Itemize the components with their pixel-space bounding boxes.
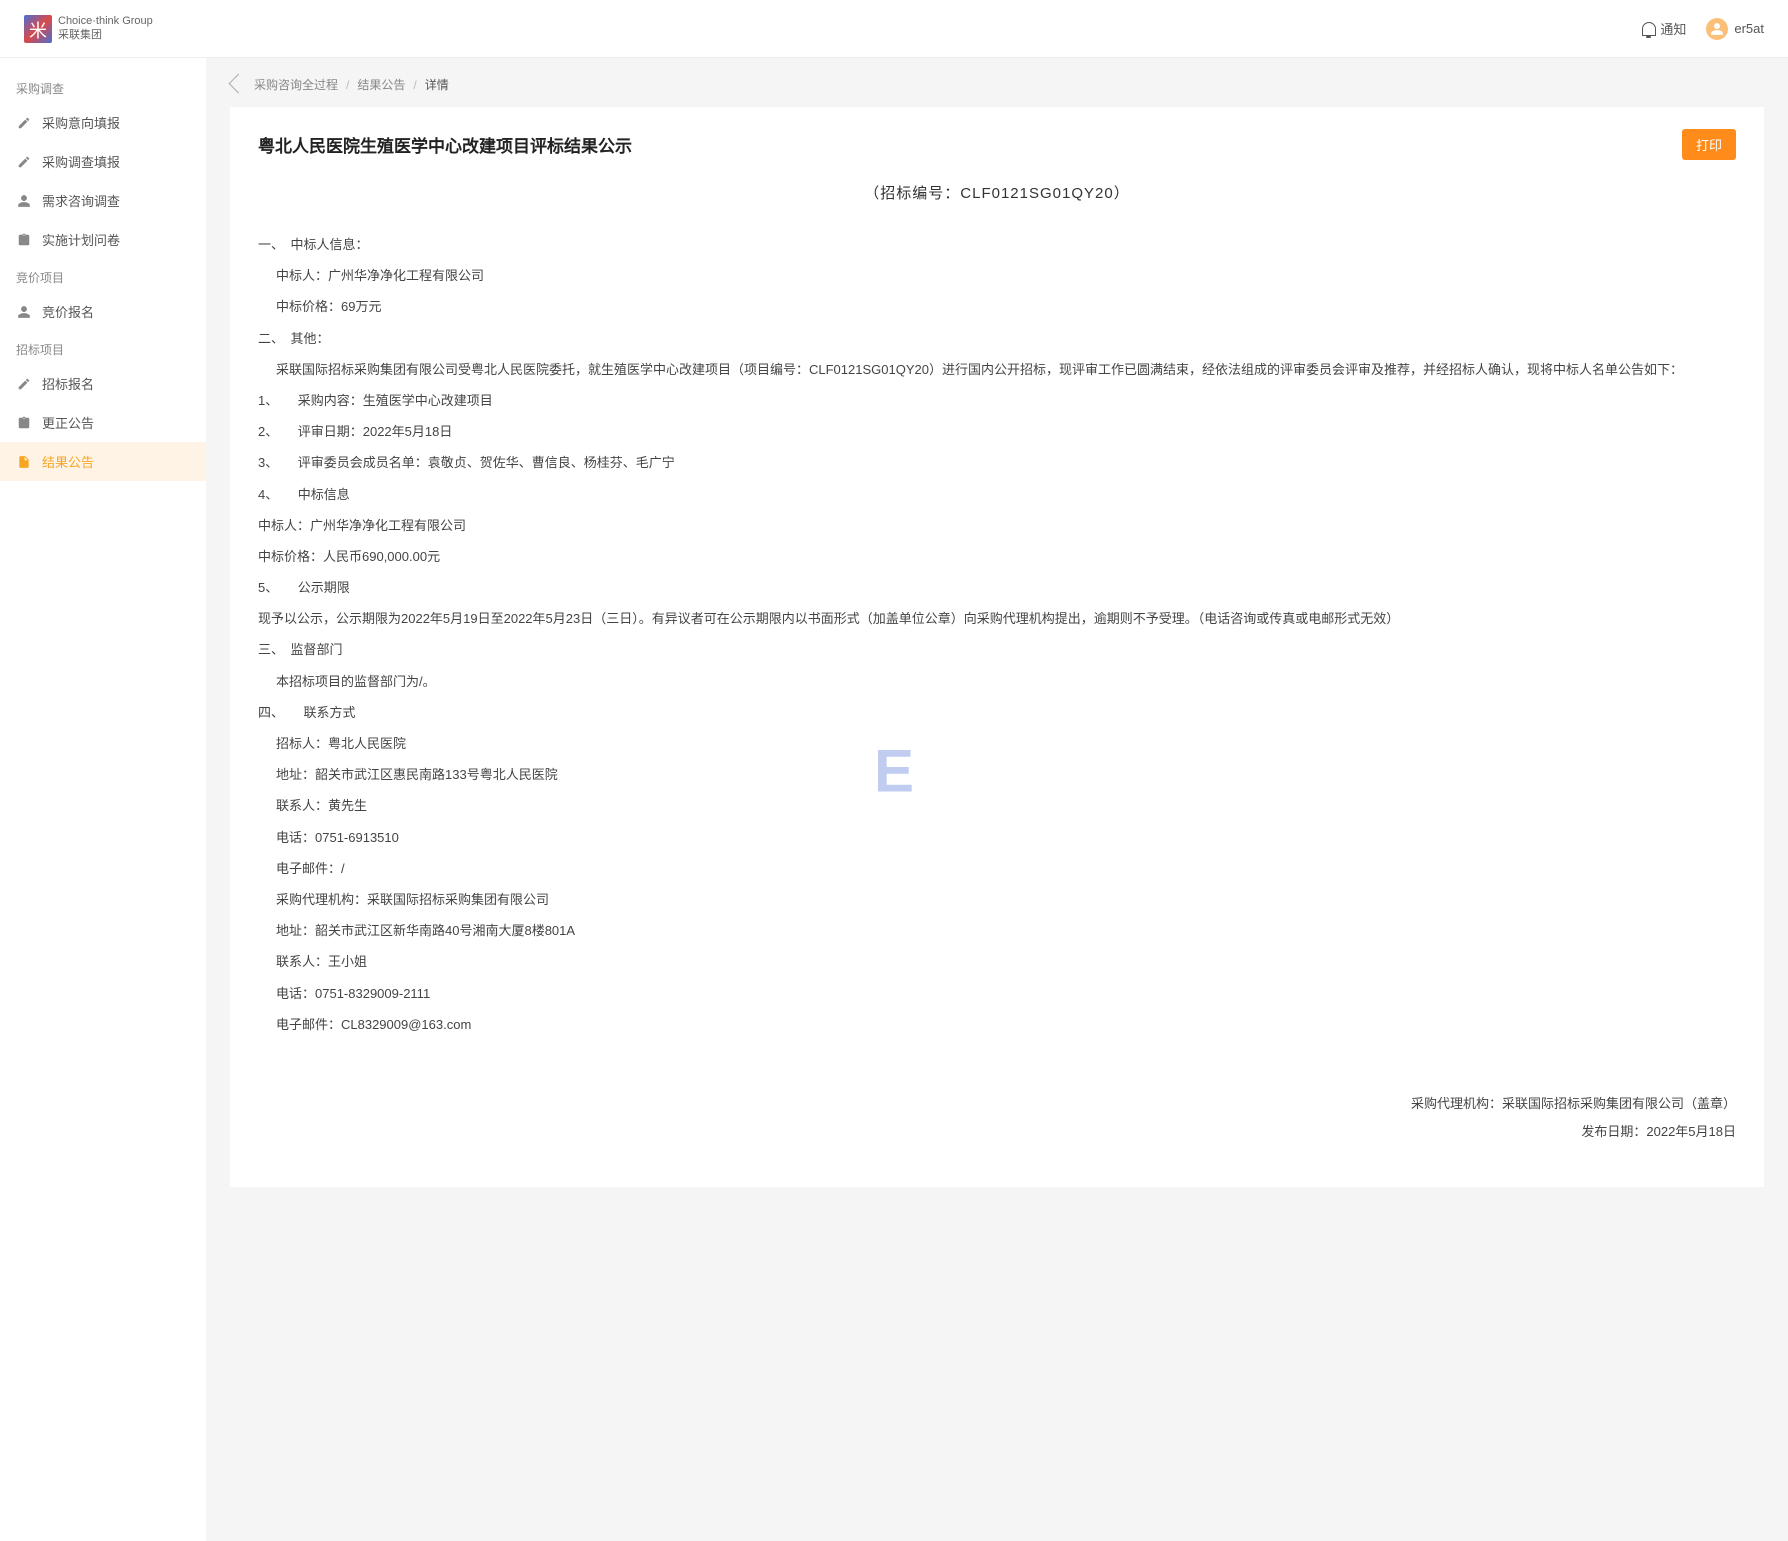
item-2: 2、 评审日期：2022年5月18日 (258, 416, 1736, 447)
user-menu[interactable]: er5at (1706, 18, 1764, 40)
sidebar-item-label: 采购调查填报 (42, 152, 120, 171)
bell-icon (1642, 22, 1656, 36)
sidebar-item-label: 实施计划问卷 (42, 230, 120, 249)
sidebar-item-label: 更正公告 (42, 413, 94, 432)
notif-label: 通知 (1660, 19, 1686, 38)
sidebar-item-0-2[interactable]: 需求咨询调查 (0, 181, 206, 220)
winner-name: 中标人：广州华净净化工程有限公司 (258, 260, 1736, 291)
print-button[interactable]: 打印 (1682, 129, 1736, 160)
sidebar-group-title: 竞价项目 (0, 259, 206, 292)
sidebar-item-0-0[interactable]: 采购意向填报 (0, 103, 206, 142)
avatar (1706, 18, 1728, 40)
footer-date: 发布日期：2022年5月18日 (258, 1118, 1736, 1147)
s4-phone2: 电话：0751-8329009-2111 (258, 978, 1736, 1009)
s4-tenderer: 招标人：粤北人民医院 (258, 728, 1736, 759)
sidebar-item-label: 竞价报名 (42, 302, 94, 321)
sidebar: 采购调查采购意向填报采购调查填报需求咨询调查实施计划问卷竞价项目竞价报名招标项目… (0, 58, 206, 1541)
item-1: 1、 采购内容：生殖医学中心改建项目 (258, 385, 1736, 416)
sidebar-item-0-1[interactable]: 采购调查填报 (0, 142, 206, 181)
clipboard-icon (16, 415, 32, 431)
s4-address1: 地址：韶关市武江区惠民南路133号粤北人民医院 (258, 759, 1736, 790)
sidebar-item-2-0[interactable]: 招标报名 (0, 364, 206, 403)
breadcrumb: 采购咨询全过程 / 结果公告 / 详情 (230, 76, 1764, 93)
sidebar-item-label: 采购意向填报 (42, 113, 120, 132)
pen-icon (16, 376, 32, 392)
notification-button[interactable]: 通知 (1642, 19, 1686, 38)
s4-contact1: 联系人：黄先生 (258, 790, 1736, 821)
pen-icon (16, 154, 32, 170)
file-icon (16, 454, 32, 470)
sidebar-item-label: 招标报名 (42, 374, 94, 393)
section-1-title: 一、 中标人信息： (258, 229, 1736, 260)
section-4-title: 四、 联系方式 (258, 697, 1736, 728)
sidebar-item-2-1[interactable]: 更正公告 (0, 403, 206, 442)
s4-phone1: 电话：0751-6913510 (258, 822, 1736, 853)
item-3: 3、 评审委员会成员名单：袁敬贞、贺佐华、曹信良、杨桂芬、毛广宁 (258, 447, 1736, 478)
content-card: 粤北人民医院生殖医学中心改建项目评标结果公示 打印 （招标编号：CLF0121S… (230, 107, 1764, 1187)
item-4: 4、 中标信息 (258, 479, 1736, 510)
section-3-body: 本招标项目的监督部门为/。 (258, 666, 1736, 697)
username: er5at (1734, 21, 1764, 36)
logo-icon (24, 15, 52, 43)
item-4-winner: 中标人：广州华净净化工程有限公司 (258, 510, 1736, 541)
section-3-title: 三、 监督部门 (258, 634, 1736, 665)
bid-code: （招标编号：CLF0121SG01QY20） (258, 182, 1736, 203)
app-header: Choice·think Group 采联集团 通知 er5at (0, 0, 1788, 58)
s4-email2: 电子邮件：CL8329009@163.com (258, 1009, 1736, 1040)
s4-email1: 电子邮件：/ (258, 853, 1736, 884)
announcement-body: 一、 中标人信息： 中标人：广州华净净化工程有限公司 中标价格：69万元 二、 … (258, 229, 1736, 1147)
user-icon (16, 304, 32, 320)
sidebar-item-label: 需求咨询调查 (42, 191, 120, 210)
sidebar-group-title: 采购调查 (0, 70, 206, 103)
sidebar-item-1-0[interactable]: 竞价报名 (0, 292, 206, 331)
logo[interactable]: Choice·think Group 采联集团 (24, 15, 153, 43)
header-right: 通知 er5at (1642, 18, 1764, 40)
breadcrumb-item-0[interactable]: 采购咨询全过程 (254, 76, 338, 93)
item-4-price: 中标价格：人民币690,000.00元 (258, 541, 1736, 572)
section-2-intro: 采联国际招标采购集团有限公司受粤北人民医院委托，就生殖医学中心改建项目（项目编号… (258, 354, 1736, 385)
main-content: 采购咨询全过程 / 结果公告 / 详情 粤北人民医院生殖医学中心改建项目评标结果… (206, 58, 1788, 1541)
page-title: 粤北人民医院生殖医学中心改建项目评标结果公示 (258, 132, 632, 157)
user-icon (16, 193, 32, 209)
breadcrumb-icon (229, 73, 249, 93)
s4-address2: 地址：韶关市武江区新华南路40号湘南大厦8楼801A (258, 915, 1736, 946)
breadcrumb-item-2: 详情 (425, 76, 449, 93)
clipboard-icon (16, 232, 32, 248)
sidebar-item-2-2[interactable]: 结果公告 (0, 442, 206, 481)
s4-agency: 采购代理机构：采联国际招标采购集团有限公司 (258, 884, 1736, 915)
sidebar-group-title: 招标项目 (0, 331, 206, 364)
s4-contact2: 联系人：王小姐 (258, 946, 1736, 977)
logo-text: Choice·think Group 采联集团 (58, 15, 153, 41)
winner-price: 中标价格：69万元 (258, 291, 1736, 322)
sidebar-item-label: 结果公告 (42, 452, 94, 471)
footer-agency: 采购代理机构：采联国际招标采购集团有限公司（盖章） (258, 1090, 1736, 1119)
sidebar-item-0-3[interactable]: 实施计划问卷 (0, 220, 206, 259)
pen-icon (16, 115, 32, 131)
section-2-title: 二、 其他： (258, 323, 1736, 354)
breadcrumb-item-1[interactable]: 结果公告 (357, 76, 405, 93)
item-5-body: 现予以公示，公示期限为2022年5月19日至2022年5月23日（三日）。有异议… (258, 603, 1736, 634)
item-5: 5、 公示期限 (258, 572, 1736, 603)
